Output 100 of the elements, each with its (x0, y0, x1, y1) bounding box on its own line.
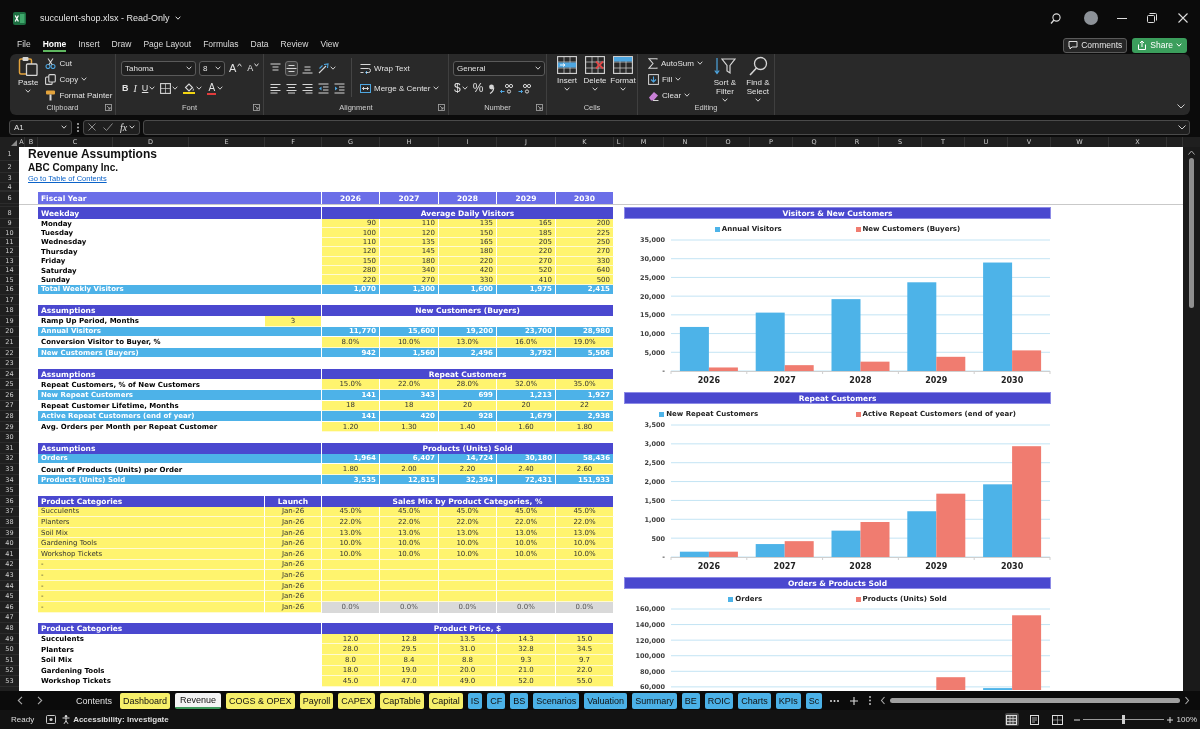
ribbon-tab[interactable]: Formulas (203, 38, 239, 52)
ribbon-button[interactable] (317, 60, 337, 76)
sheet-tab[interactable]: Scenarios (533, 692, 580, 709)
sheet-tab[interactable]: CAPEX (338, 692, 375, 709)
ribbon-button[interactable]: A (246, 60, 261, 76)
check-icon[interactable] (103, 123, 113, 131)
dialog-launcher-icon[interactable] (438, 103, 445, 111)
sheet-tab[interactable]: Sc (805, 692, 823, 709)
ribbon-tab[interactable]: Insert (78, 38, 100, 52)
sheet-tab[interactable]: CapTable (379, 692, 424, 709)
ribbon-tab[interactable]: Draw (111, 38, 132, 52)
ribbon-button[interactable]: % (471, 80, 485, 96)
ribbon-button[interactable]: Cut (42, 55, 75, 71)
delete-cells-icon (585, 56, 605, 74)
ribbon-tab[interactable]: View (320, 38, 339, 52)
scrollbar-thumb[interactable] (890, 698, 1180, 703)
ribbon-button[interactable]: Copy (42, 71, 91, 87)
dropdown-field[interactable]: Tahoma (121, 60, 196, 76)
slider-thumb[interactable] (1121, 715, 1125, 724)
dialog-launcher-icon[interactable] (253, 103, 260, 111)
scroll-up-icon[interactable] (1188, 150, 1195, 155)
normal-view-button[interactable] (1004, 713, 1019, 726)
chevron-down-icon[interactable] (1177, 104, 1185, 109)
ribbon-button[interactable]: Wrap Text (357, 60, 413, 76)
page-layout-button[interactable] (1027, 713, 1042, 726)
ribbon-button[interactable] (159, 80, 180, 96)
more-vertical-icon[interactable] (869, 696, 872, 705)
formula-input[interactable] (143, 119, 1190, 135)
sheet-tab[interactable]: CF (487, 692, 506, 709)
ribbon-button[interactable]: Fill (645, 71, 685, 87)
ribbon-button[interactable]: A (228, 60, 244, 76)
ribbon-button[interactable]: AutoSum (645, 55, 706, 71)
merge-cells-icon (360, 82, 371, 94)
chart-bar (907, 511, 937, 557)
caret-down-icon (186, 66, 192, 70)
ribbon-button[interactable]: Paste (18, 55, 39, 93)
sheet-tab[interactable]: BE (681, 692, 700, 709)
record-icon[interactable] (46, 715, 57, 724)
ribbon-button[interactable]: Find & Select (743, 55, 772, 102)
ribbon-button[interactable]: Sort & Filter (710, 55, 739, 102)
ribbon-button[interactable]: Format (609, 55, 637, 91)
window-title: succulent-shop.xlsx - Read-Only (40, 13, 170, 23)
chevron-left-icon[interactable] (17, 696, 23, 705)
ribbon-button[interactable]: A (206, 80, 225, 96)
search-icon[interactable] (1050, 12, 1061, 24)
dropdown-field[interactable]: General (453, 60, 545, 76)
ribbon-button[interactable] (285, 60, 298, 76)
chevron-down-icon[interactable] (1178, 124, 1186, 130)
ribbon-button[interactable]: I (132, 80, 138, 96)
close-icon[interactable] (1178, 13, 1188, 23)
sheet-tab[interactable]: Charts (738, 692, 771, 709)
comments-button[interactable]: Comments (1063, 37, 1128, 53)
restore-icon[interactable] (1147, 13, 1157, 23)
dialog-launcher-icon[interactable] (536, 103, 543, 111)
ribbon-button[interactable]: Insert (553, 55, 581, 91)
ribbon-button[interactable]: $ (453, 80, 469, 96)
sheet-tab[interactable]: ROIC (704, 692, 734, 709)
sheet-tab[interactable]: Capital (428, 692, 463, 709)
ribbon-button[interactable]: Clear (645, 87, 694, 103)
sheet-tab[interactable]: Contents (73, 692, 116, 709)
sheet-tab[interactable]: IS (467, 692, 483, 709)
chart-bar (936, 493, 966, 557)
more-horizontal-icon[interactable] (830, 699, 840, 702)
ribbon-button[interactable]: Merge & Center (357, 80, 443, 96)
chart-bar (860, 522, 890, 557)
ribbon-button[interactable]: Delete (581, 55, 609, 91)
sheet-tab[interactable]: KPIs (775, 692, 801, 709)
avatar[interactable] (1084, 11, 1098, 25)
caret-down-icon[interactable] (174, 16, 181, 20)
ribbon-button[interactable]: U (140, 80, 157, 96)
scroll-left-icon[interactable] (880, 696, 887, 705)
name-box[interactable]: A1 (9, 119, 72, 135)
plus-icon[interactable] (1166, 716, 1173, 723)
sheet-tab[interactable]: Payroll (299, 692, 334, 709)
sheet-tab[interactable]: Valuation (584, 692, 628, 709)
insert-function-button[interactable]: fx (120, 121, 136, 133)
ribbon-tab[interactable]: Home (42, 38, 67, 52)
sheet-tab[interactable]: COGS & OPEX (226, 692, 295, 709)
sheet-tab[interactable]: BS (510, 692, 529, 709)
accessibility-status[interactable]: Accessibility: Investigate (73, 715, 169, 724)
plus-icon[interactable] (850, 696, 859, 705)
ribbon-tab[interactable]: Review (280, 38, 309, 52)
page-break-button[interactable] (1050, 713, 1065, 726)
ribbon-tab[interactable]: Data (250, 38, 269, 52)
scroll-right-icon[interactable] (1184, 696, 1190, 705)
dropdown-field[interactable]: 8 (199, 60, 225, 76)
sheet-tab[interactable]: Revenue (175, 692, 222, 709)
ribbon-button[interactable]: Format Painter (42, 87, 116, 103)
sheet-tab[interactable]: Summary (632, 692, 677, 709)
cross-icon[interactable] (88, 123, 96, 131)
comment-icon (1068, 40, 1079, 50)
ribbon-button[interactable]: B (121, 80, 130, 96)
input-cell (439, 559, 497, 571)
ribbon-tab[interactable]: Page Layout (143, 38, 192, 52)
dialog-launcher-icon[interactable] (105, 103, 112, 111)
scrollbar-thumb[interactable] (1189, 158, 1194, 308)
sheet-tab[interactable]: Dashboard (120, 692, 171, 709)
chevron-right-icon[interactable] (37, 696, 43, 705)
ribbon-tab[interactable]: File (17, 38, 31, 52)
minus-icon[interactable] (1073, 716, 1080, 723)
